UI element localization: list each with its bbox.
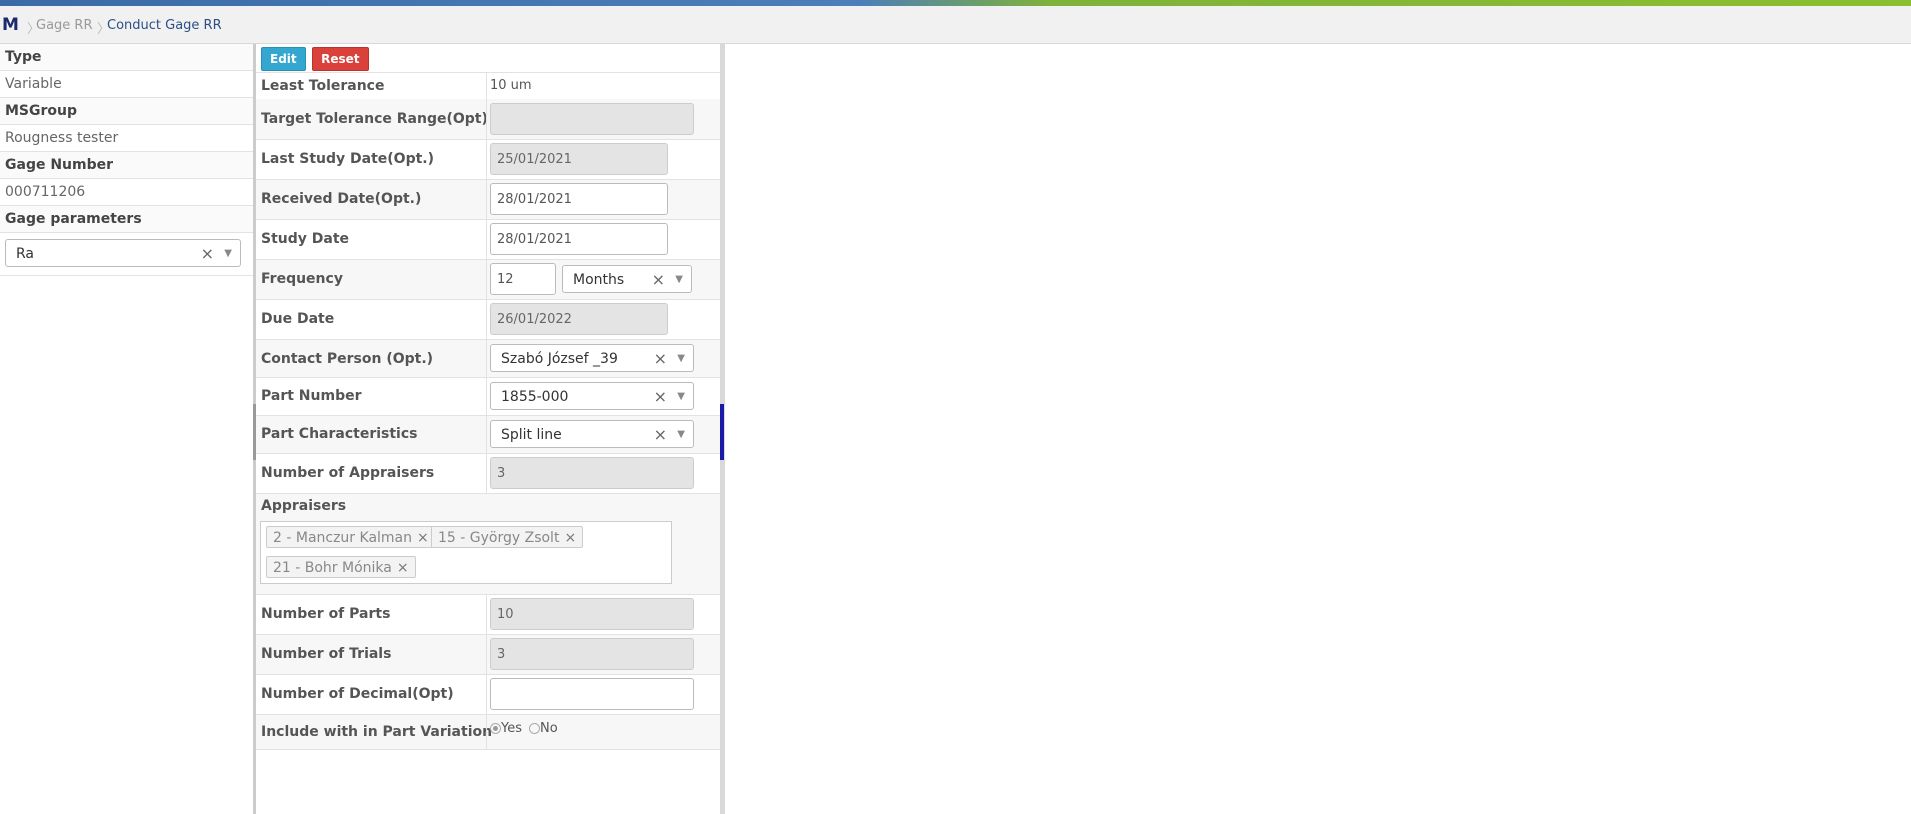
gage-number-label: Gage Number bbox=[0, 152, 253, 179]
edit-button[interactable]: Edit bbox=[261, 47, 306, 71]
frequency-row: Frequency 12 Months × ▼ bbox=[256, 260, 720, 300]
chevron-down-icon[interactable]: ▼ bbox=[224, 240, 232, 268]
study-date-label: Study Date bbox=[261, 231, 350, 247]
include-yes-radio[interactable]: Yes bbox=[490, 721, 522, 736]
frequency-label: Frequency bbox=[261, 271, 343, 287]
received-date-input[interactable]: 28/01/2021 bbox=[490, 183, 668, 215]
radio-checked-icon[interactable] bbox=[490, 723, 501, 734]
appraisers-multiselect[interactable]: 2 - Manczur Kalman × 15 - György Zsolt × 2… bbox=[260, 521, 672, 584]
num-decimal-row: Number of Decimal(Opt) bbox=[256, 675, 720, 715]
appraisers-row: Appraisers 2 - Manczur Kalman × 15 - Györ… bbox=[256, 494, 720, 595]
part-characteristics-selected: Split line bbox=[501, 427, 562, 443]
msgroup-label: MSGroup bbox=[0, 98, 253, 125]
part-characteristics-label: Part Characteristics bbox=[261, 426, 418, 442]
remove-icon[interactable]: × bbox=[417, 530, 429, 546]
include-yes-label: Yes bbox=[501, 721, 522, 736]
num-trials-input[interactable]: 3 bbox=[490, 638, 694, 670]
due-date-input[interactable]: 26/01/2022 bbox=[490, 303, 668, 335]
part-number-selected: 1855-000 bbox=[501, 389, 569, 405]
include-variation-row: Include with in Part Variation Yes No bbox=[256, 715, 720, 750]
reset-button[interactable]: Reset bbox=[312, 47, 369, 71]
radio-unchecked-icon[interactable] bbox=[529, 723, 540, 734]
chevron-down-icon[interactable]: ▼ bbox=[677, 383, 685, 411]
num-trials-row: Number of Trials 3 bbox=[256, 635, 720, 675]
part-number-select[interactable]: 1855-000 × ▼ bbox=[490, 382, 694, 410]
appraiser-tag-label: 15 - György Zsolt bbox=[438, 530, 560, 546]
contact-person-selected: Szabó József _39 bbox=[501, 351, 618, 367]
breadcrumb-gage-rr[interactable]: Gage RR bbox=[36, 18, 93, 33]
appraiser-tag-label: 2 - Manczur Kalman bbox=[273, 530, 413, 546]
gage-number-value: 000711206 bbox=[0, 179, 253, 206]
remove-icon[interactable]: × bbox=[564, 530, 576, 546]
clear-icon[interactable]: × bbox=[652, 266, 665, 294]
breadcrumb-conduct-gage-rr[interactable]: Conduct Gage RR bbox=[107, 18, 222, 33]
frequency-input[interactable]: 12 bbox=[490, 263, 556, 295]
least-tolerance-row: Least Tolerance 10 um bbox=[256, 72, 720, 100]
appraiser-tag-label: 21 - Bohr Mónika bbox=[273, 560, 392, 576]
gage-params-row: Ra × ▼ bbox=[0, 233, 253, 276]
last-study-label: Last Study Date(Opt.) bbox=[261, 151, 435, 167]
num-decimal-label: Number of Decimal(Opt) bbox=[261, 686, 454, 702]
msgroup-value: Rougness tester bbox=[0, 125, 253, 152]
num-appraisers-row: Number of Appraisers 3 bbox=[256, 454, 720, 494]
remove-icon[interactable]: × bbox=[397, 560, 409, 576]
target-tolerance-label: Target Tolerance Range(Opt) bbox=[261, 111, 488, 127]
type-label: Type bbox=[0, 44, 253, 71]
num-trials-label: Number of Trials bbox=[261, 646, 392, 662]
appraiser-tag: 2 - Manczur Kalman × bbox=[266, 526, 436, 548]
appraiser-tag: 21 - Bohr Mónika × bbox=[266, 556, 416, 578]
appraiser-tag: 15 - György Zsolt × bbox=[431, 526, 584, 548]
num-parts-row: Number of Parts 10 bbox=[256, 595, 720, 635]
gage-params-label: Gage parameters bbox=[0, 206, 253, 233]
last-study-input[interactable]: 25/01/2021 bbox=[490, 143, 668, 175]
clear-icon[interactable]: × bbox=[654, 421, 667, 449]
left-info-panel: Type Variable MSGroup Rougness tester Ga… bbox=[0, 44, 256, 814]
clear-icon[interactable]: × bbox=[654, 345, 667, 373]
study-date-input[interactable]: 28/01/2021 bbox=[490, 223, 668, 255]
least-tolerance-label: Least Tolerance bbox=[261, 78, 385, 94]
part-number-label: Part Number bbox=[261, 388, 362, 404]
gage-rr-form: Edit Reset Least Tolerance 10 um Target … bbox=[256, 44, 725, 814]
num-parts-label: Number of Parts bbox=[261, 606, 391, 622]
gage-params-selected: Ra bbox=[16, 246, 34, 262]
contact-person-select[interactable]: Szabó József _39 × ▼ bbox=[490, 344, 694, 372]
include-variation-label: Include with in Part Variation bbox=[261, 724, 493, 740]
part-characteristics-select[interactable]: Split line × ▼ bbox=[490, 420, 694, 448]
num-appraisers-input[interactable]: 3 bbox=[490, 457, 694, 489]
study-date-row: Study Date 28/01/2021 bbox=[256, 220, 720, 260]
contact-person-label: Contact Person (Opt.) bbox=[261, 351, 434, 367]
clear-icon[interactable]: × bbox=[654, 383, 667, 411]
header-bar: M 〉 Gage RR 〉 Conduct Gage RR bbox=[0, 6, 1911, 44]
due-date-row: Due Date 26/01/2022 bbox=[256, 300, 720, 340]
received-date-row: Received Date(Opt.) 28/01/2021 bbox=[256, 180, 720, 220]
appraisers-label: Appraisers bbox=[261, 498, 347, 514]
num-decimal-input[interactable] bbox=[490, 678, 694, 710]
type-value: Variable bbox=[0, 71, 253, 98]
part-characteristics-row: Part Characteristics Split line × ▼ bbox=[256, 416, 720, 454]
least-tolerance-value: 10 um bbox=[490, 78, 532, 93]
form-toolbar: Edit Reset bbox=[261, 47, 371, 71]
app-logo[interactable]: M bbox=[2, 15, 19, 35]
chevron-down-icon[interactable]: ▼ bbox=[675, 266, 683, 294]
include-no-label: No bbox=[540, 721, 558, 736]
frequency-unit-selected: Months bbox=[573, 272, 625, 288]
target-tolerance-row: Target Tolerance Range(Opt) bbox=[256, 99, 720, 140]
panel-resize-handle[interactable] bbox=[720, 404, 724, 460]
chevron-down-icon[interactable]: ▼ bbox=[677, 421, 685, 449]
part-number-row: Part Number 1855-000 × ▼ bbox=[256, 378, 720, 416]
include-no-radio[interactable]: No bbox=[529, 721, 558, 736]
frequency-unit-select[interactable]: Months × ▼ bbox=[562, 265, 692, 293]
due-date-label: Due Date bbox=[261, 311, 335, 327]
target-tolerance-input[interactable] bbox=[490, 103, 694, 135]
chevron-down-icon[interactable]: ▼ bbox=[677, 345, 685, 373]
contact-person-row: Contact Person (Opt.) Szabó József _39 ×… bbox=[256, 340, 720, 378]
clear-icon[interactable]: × bbox=[201, 240, 214, 268]
num-appraisers-label: Number of Appraisers bbox=[261, 465, 435, 481]
gage-params-select[interactable]: Ra × ▼ bbox=[5, 239, 241, 267]
last-study-row: Last Study Date(Opt.) 25/01/2021 bbox=[256, 140, 720, 180]
num-parts-input[interactable]: 10 bbox=[490, 598, 694, 630]
received-date-label: Received Date(Opt.) bbox=[261, 191, 422, 207]
